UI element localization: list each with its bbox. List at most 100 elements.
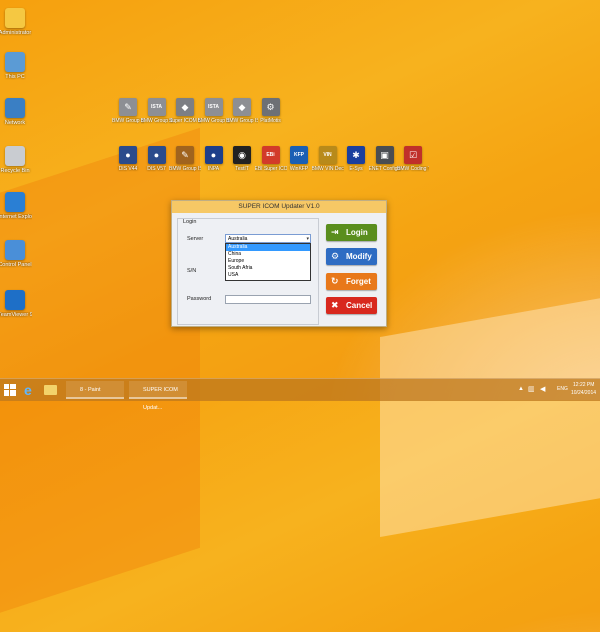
desktop-icon[interactable]: ISTA BMW Group ISTA-P bbox=[141, 98, 173, 124]
desktop-icon-glyph bbox=[5, 290, 25, 310]
desktop-icon[interactable]: ◆ BMW Group ISTA Launcher bbox=[226, 98, 258, 124]
desktop-icon[interactable]: EBi EBI Super ICOM bbox=[255, 146, 287, 172]
server-option[interactable]: China bbox=[226, 251, 310, 258]
desktop-icon-label: BMW Group ISTA Launcher bbox=[226, 118, 258, 124]
desktop-icon[interactable]: ✱ E-Sys bbox=[340, 146, 372, 172]
desktop-icon-glyph: ◉ bbox=[233, 146, 251, 164]
desktop-icon[interactable]: ● INPA bbox=[198, 146, 230, 172]
server-select[interactable]: Australia ▾ bbox=[225, 234, 311, 243]
desktop-icon-label: BMW Coding Tool bbox=[397, 166, 429, 172]
sn-label: S/N bbox=[187, 268, 197, 274]
volume-icon[interactable]: ◀ bbox=[540, 385, 545, 393]
desktop-icon[interactable]: Network bbox=[0, 98, 32, 126]
desktop-icon[interactable]: KFP WinKFP bbox=[283, 146, 315, 172]
modify-button-label: Modify bbox=[346, 252, 372, 261]
close-icon: ✖ bbox=[331, 300, 339, 310]
login-button[interactable]: ⇥ Login bbox=[326, 224, 377, 241]
password-field[interactable] bbox=[225, 295, 311, 304]
server-option[interactable]: USA bbox=[226, 272, 310, 279]
desktop-icon[interactable]: ✎ BMW Group ISTA bbox=[112, 98, 144, 124]
clock-date[interactable]: 10/24/2014 bbox=[571, 390, 596, 396]
desktop-icon-label: ENET Configuration bbox=[368, 166, 401, 172]
desktop-icon-glyph: ▣ bbox=[375, 146, 394, 164]
desktop-icon-glyph: ◆ bbox=[176, 98, 194, 116]
desktop-icon[interactable]: ✎ BMW Group ISTA bbox=[169, 146, 201, 172]
desktop-icon-glyph: ✎ bbox=[119, 98, 137, 116]
file-explorer-icon[interactable] bbox=[44, 381, 60, 399]
desktop-icon-glyph: ISTA bbox=[147, 98, 166, 116]
desktop-icon-glyph bbox=[5, 146, 25, 166]
desktop-icon-label: INPA bbox=[207, 166, 220, 172]
desktop-icon-glyph: ◆ bbox=[233, 98, 251, 116]
desktop-icon-label: This PC bbox=[5, 74, 25, 80]
desktop-icon[interactable]: ☑ BMW Coding Tool bbox=[397, 146, 429, 172]
desktop-icon-label: Internet Explorer bbox=[0, 214, 32, 220]
server-option[interactable]: Europe bbox=[226, 258, 310, 265]
desktop-icon-glyph: ⚙ bbox=[261, 98, 280, 116]
desktop-icon-label: BMW Group ISTA Launcher bbox=[197, 118, 230, 124]
desktop-icon-label: TeamViewer 9 bbox=[0, 312, 32, 318]
desktop-icon-label: BMW VIN Decoder bbox=[311, 166, 344, 172]
desktop-icon-label: TestIT bbox=[235, 166, 249, 172]
forget-button-label: Forget bbox=[346, 277, 371, 286]
desktop-icon[interactable]: ● DIS V57 bbox=[141, 146, 173, 172]
desktop-icon[interactable]: ISTA BMW Group ISTA Launcher bbox=[198, 98, 230, 124]
clock-time[interactable]: 12:22 PM bbox=[573, 382, 594, 388]
taskbar: e 8 - Paint SUPER ICOM Updat... ▲ ▥ ◀ EN… bbox=[0, 378, 600, 411]
desktop-icon-glyph bbox=[5, 192, 25, 212]
desktop-icon[interactable]: This PC bbox=[0, 52, 32, 80]
taskbar-item-super-icom[interactable]: SUPER ICOM Updat... bbox=[129, 381, 187, 411]
gear-icon: ⚙ bbox=[331, 251, 340, 261]
server-option[interactable]: South Afria bbox=[226, 265, 310, 272]
language-indicator[interactable]: ENG bbox=[557, 386, 568, 392]
desktop-icon-label: WinKFP bbox=[289, 166, 309, 172]
desktop-icon[interactable]: Control Panel bbox=[0, 240, 32, 268]
internet-explorer-icon[interactable]: e bbox=[24, 381, 40, 399]
desktop-icon-glyph: EBi bbox=[261, 146, 280, 164]
desktop-icon-label: BMW Group ISTA bbox=[112, 118, 144, 124]
desktop-icon-label: DIS V44 bbox=[118, 166, 138, 172]
desktop-icon-label: PlatMotis bbox=[260, 118, 281, 124]
desktop-icon[interactable]: ● DIS V44 bbox=[112, 146, 144, 172]
cancel-button-label: Cancel bbox=[346, 301, 373, 310]
tray-arrow-icon[interactable]: ▲ bbox=[518, 386, 524, 392]
desktop-icon[interactable]: ▣ ENET Configuration bbox=[369, 146, 401, 172]
windows-icon bbox=[4, 384, 16, 396]
desktop-icon-label: E-Sys bbox=[349, 166, 363, 172]
desktop-icon[interactable]: Administrator bbox=[0, 8, 32, 36]
server-option[interactable]: Australia bbox=[226, 244, 310, 251]
desktop-icon[interactable]: TeamViewer 9 bbox=[0, 290, 32, 318]
desktop-icon[interactable]: VIN BMW VIN Decoder bbox=[312, 146, 344, 172]
forget-button[interactable]: ↻ Forget bbox=[326, 273, 377, 290]
server-dropdown-list: Australia China Europe South Afria USA bbox=[225, 243, 311, 281]
desktop-icon[interactable]: ⚙ PlatMotis bbox=[255, 98, 287, 124]
login-icon: ⇥ bbox=[331, 227, 339, 237]
desktop-icon-glyph bbox=[5, 8, 25, 28]
desktop-icon-glyph: VIN bbox=[318, 146, 337, 164]
desktop-icon[interactable]: Internet Explorer bbox=[0, 192, 32, 220]
desktop-icon-label: DIS V57 bbox=[147, 166, 166, 172]
desktop-icon-glyph: ● bbox=[204, 146, 223, 164]
desktop-icon-glyph: ✱ bbox=[347, 146, 365, 164]
taskbar-item-paint[interactable]: 8 - Paint bbox=[66, 381, 124, 399]
desktop-icon-glyph: KFP bbox=[290, 146, 308, 164]
desktop-icon-glyph: ● bbox=[119, 146, 137, 164]
start-button[interactable] bbox=[4, 381, 18, 399]
login-button-label: Login bbox=[346, 228, 368, 237]
desktop-icon[interactable]: Recycle Bin bbox=[0, 146, 32, 174]
desktop-icon-label: Network bbox=[4, 120, 26, 126]
desktop-icon-label: BMW Group ISTA bbox=[169, 166, 201, 172]
desktop-icon-glyph: ☑ bbox=[404, 146, 422, 164]
desktop-icon[interactable]: ◆ Super ICOM Updater V1.0 bbox=[169, 98, 201, 124]
modify-button[interactable]: ⚙ Modify bbox=[326, 248, 377, 265]
cancel-button[interactable]: ✖ Cancel bbox=[326, 297, 377, 314]
desktop-icon-label: Super ICOM Updater V1.0 bbox=[169, 118, 201, 124]
dialog-title: SUPER ICOM Updater V1.0 bbox=[172, 201, 386, 213]
network-icon[interactable]: ▥ bbox=[528, 385, 535, 393]
refresh-icon: ↻ bbox=[331, 276, 339, 286]
desktop-icon-label: Recycle Bin bbox=[0, 168, 30, 174]
desktop-icon-glyph bbox=[5, 240, 25, 260]
desktop-icon-glyph bbox=[5, 98, 25, 118]
taskbar-item-label: 8 - Paint bbox=[80, 387, 101, 393]
desktop-icon[interactable]: ◉ TestIT bbox=[226, 146, 258, 172]
